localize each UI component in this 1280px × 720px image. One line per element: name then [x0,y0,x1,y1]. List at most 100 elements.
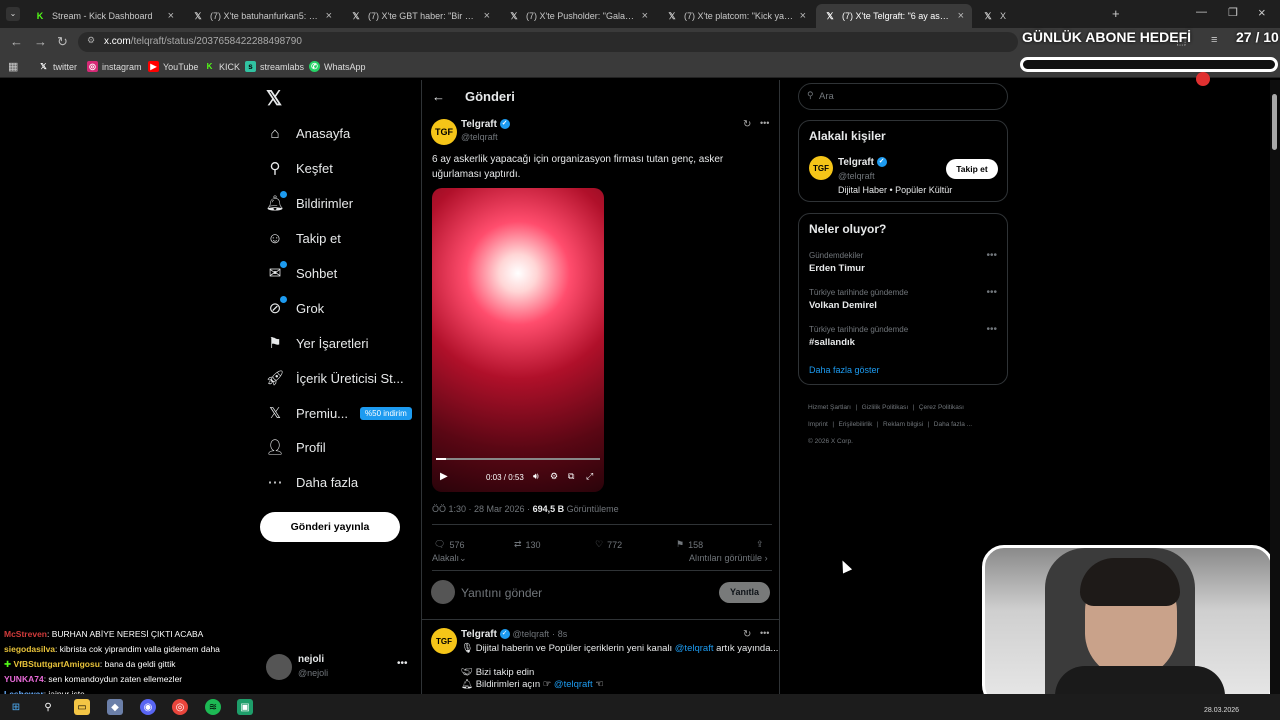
more-icon[interactable]: ••• [986,250,997,261]
settings-icon[interactable]: ⚙ [550,471,558,482]
footer-link[interactable]: Reklam bilgisi [883,421,923,428]
back-icon[interactable]: ← [10,34,23,49]
media-control-icon[interactable]: ≡ [1211,34,1217,46]
browser-tab[interactable]: 𝕏 (7) X'te Pusholder: "Galatasaray × [500,4,656,28]
minimize-icon[interactable]: — [1196,6,1207,18]
pip-icon[interactable]: ⧉ [568,471,574,482]
app-icon[interactable]: ▣ [237,699,253,715]
trend-item[interactable]: Türkiye tarihinde gündemde Volkan Demire… [809,288,908,311]
back-arrow-icon[interactable]: ← [432,89,445,104]
forward-icon[interactable]: → [34,34,47,49]
close-icon[interactable]: × [642,10,648,22]
app-icon[interactable]: ◆ [107,699,123,715]
bookmark-kick[interactable]: K KICK [204,61,240,72]
browser-tab[interactable]: 𝕏 (7) X'te batuhanfurkan5: "telefo × [184,4,340,28]
sidebar-item-home[interactable]: ⌂ Anasayfa [266,118,350,148]
follow-button[interactable]: Takip et [946,159,998,179]
account-switcher[interactable]: nejoli @nejoli ••• [266,652,412,684]
search-input[interactable]: ⚲ Ara [798,83,1008,110]
play-icon[interactable]: ▶ [440,471,448,482]
video-progress-bar[interactable] [436,458,600,460]
sidebar-item-follow[interactable]: ☺ Takip et [266,223,340,253]
browser-tab[interactable]: 𝕏 (7) X'te GBT haber: "Bir vatanda × [342,4,498,28]
sidebar-item-creator-studio[interactable]: 🚀︎ İçerik Üreticisi St... [265,363,403,393]
grok-explain-icon[interactable]: ↻ [743,119,751,130]
related-person-name[interactable]: Telgraft ✓ [838,157,887,168]
footer-link[interactable]: Gizlilik Politikası [862,404,909,411]
url-input[interactable]: ⚙ x.com/telqraft/status/2037658422288498… [78,32,1018,52]
browser-tab[interactable]: 𝕏 X [974,4,1094,28]
close-window-icon[interactable]: × [1258,5,1266,20]
like-button[interactable]: ♡ 772 [595,539,622,550]
show-more-link[interactable]: Daha fazla göster [809,365,880,375]
close-icon[interactable]: × [958,10,964,22]
new-tab-button[interactable]: + [1112,6,1120,21]
tab-search-dropdown[interactable]: ⌄ [6,7,20,21]
bookmark-whatsapp[interactable]: ✆ WhatsApp [309,61,366,72]
post-video[interactable]: ▶ 0:03 / 0:53 🔊︎ ⚙ ⧉ ⤢ [432,188,604,492]
more-icon[interactable]: ••• [986,324,997,335]
more-icon[interactable]: ••• [760,628,769,638]
fullscreen-icon[interactable]: ⤢ [586,471,593,482]
close-icon[interactable]: × [484,10,490,22]
footer-link[interactable]: Daha fazla ... [934,421,972,428]
mention-link[interactable]: @telqraft [554,679,593,690]
sidebar-item-more[interactable]: ⋯ Daha fazla [266,467,359,497]
more-icon[interactable]: ••• [986,287,997,298]
sidebar-item-bookmarks[interactable]: ⚑ Yer İşaretleri [266,328,368,358]
discord-icon[interactable]: ◉ [140,699,156,715]
scrollbar-thumb[interactable] [1272,94,1277,150]
bookmark-youtube[interactable]: ▶ YouTube [148,61,198,72]
sidebar-item-grok[interactable]: ⊘ Grok [266,293,324,323]
bookmark-instagram[interactable]: ◎ instagram [87,61,142,72]
repost-button[interactable]: ⇄ 130 [514,539,541,550]
view-quotes-link[interactable]: Alıntıları görüntüle › [689,553,768,563]
avatar[interactable]: TGF [431,119,457,145]
close-icon[interactable]: × [800,10,806,22]
bookmark-button[interactable]: ⚑ 158 [676,539,703,550]
file-explorer-icon[interactable]: ▭ [74,699,90,715]
more-icon[interactable]: ••• [397,658,408,669]
share-button[interactable]: ⇪ [756,539,764,550]
grok-explain-icon[interactable]: ↻ [743,629,751,640]
browser-tab[interactable]: 𝕏 (7) X'te platcom: "Kick yayıncısı × [658,4,814,28]
footer-link[interactable]: Çerez Politikası [919,404,964,411]
avatar[interactable]: TGF [431,628,457,654]
avatar[interactable]: TGF [809,156,833,180]
maximize-icon[interactable]: ❐ [1228,6,1238,19]
footer-link[interactable]: Hizmet Şartları [808,404,851,411]
trend-item[interactable]: Gündemdekiler Erden Timur [809,251,865,274]
trend-item[interactable]: Türkiye tarihinde gündemde #sallandık [809,325,908,348]
reload-icon[interactable]: ↻ [57,34,68,50]
apps-grid-icon[interactable]: ▦ [8,60,18,73]
footer-link[interactable]: Erişilebilirlik [838,421,872,428]
reply-button[interactable]: 🗨︎ 576 [434,539,464,550]
bookmark-twitter[interactable]: 𝕏twitter [38,61,77,72]
browser-tab-active[interactable]: 𝕏 (7) X'te Telgraft: "6 ay askerlik y × [816,4,972,28]
sidebar-item-profile[interactable]: 👤︎ Profil [265,432,325,462]
post-button[interactable]: Gönderi yayınla [260,512,400,542]
x-logo-icon[interactable]: 𝕏 [266,86,282,111]
chrome-icon[interactable]: ◎ [172,699,188,715]
reply-input[interactable]: Yanıtını gönder [461,586,542,600]
post-author[interactable]: Telgraft ✓ [461,119,510,130]
volume-icon[interactable]: 🔊︎ [533,471,539,482]
sidebar-item-notifications[interactable]: 🔔︎ Bildirimler [265,188,353,218]
sort-relevant-dropdown[interactable]: Alakalı⌄ [432,553,467,564]
sidebar-item-explore[interactable]: ⚲ Keşfet [266,153,333,183]
browser-tab[interactable]: K Stream - Kick Dashboard × [26,4,182,28]
mention-link[interactable]: @telqraft [675,643,714,654]
close-icon[interactable]: × [326,10,332,22]
spotify-icon[interactable]: ≋ [205,699,221,715]
close-icon[interactable]: × [168,10,174,22]
more-icon[interactable]: ••• [760,118,769,128]
site-info-icon[interactable]: ⚙ [87,35,95,46]
search-icon[interactable]: ⚲ [40,699,56,715]
reply-button[interactable]: Yanıtla [719,582,770,603]
sidebar-item-chat[interactable]: ✉ Sohbet [266,258,337,288]
windows-icon[interactable]: ⊞ [8,699,24,715]
footer-link[interactable]: Imprint [808,421,828,428]
sidebar-item-premium[interactable]: 𝕏 Premiu... %50 indirim [266,398,412,428]
page-scrollbar[interactable] [1270,80,1280,694]
bookmark-streamlabs[interactable]: s streamlabs [245,61,304,72]
